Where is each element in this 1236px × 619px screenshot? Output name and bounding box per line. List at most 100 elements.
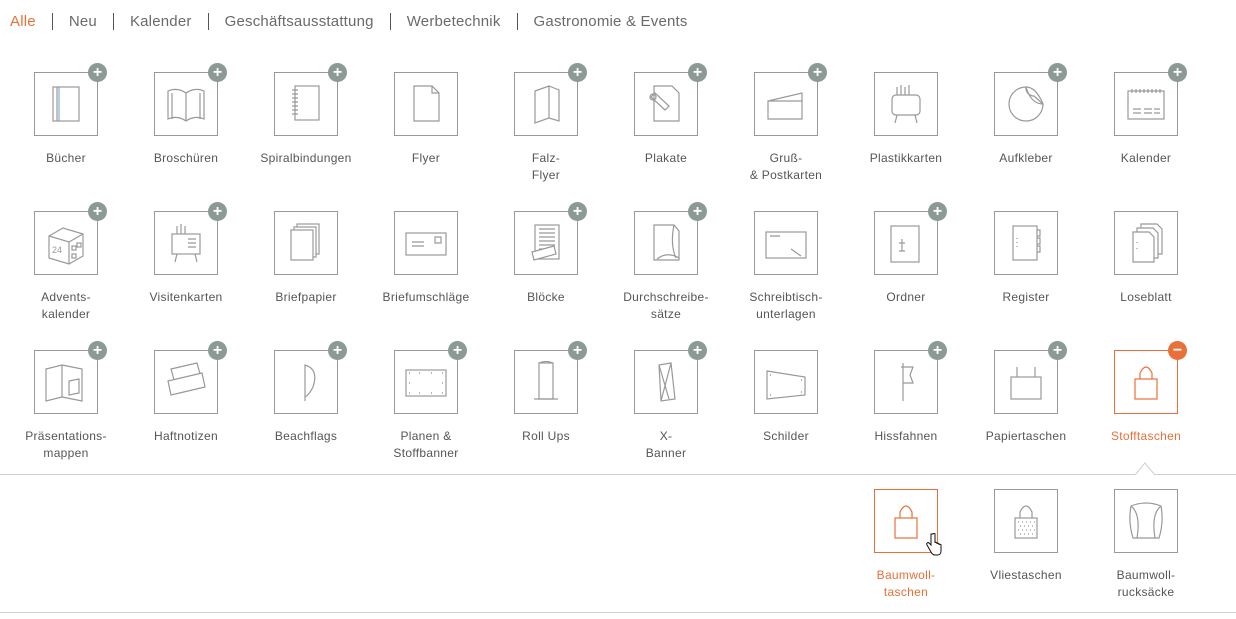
product-button[interactable]: +	[994, 63, 1067, 136]
product-tile[interactable]: Schreibtisch-unterlagen	[727, 211, 845, 323]
product-button[interactable]: +	[994, 341, 1067, 414]
expand-icon[interactable]: +	[688, 202, 707, 221]
product-tile[interactable]: + Durchschreibe-sätze	[607, 202, 725, 323]
product-button[interactable]	[874, 72, 938, 136]
brochure-icon	[167, 88, 205, 122]
product-tile[interactable]: − Stofftaschen	[1087, 341, 1205, 445]
product-label: Präsentations-mappen	[25, 429, 107, 460]
product-button[interactable]: +	[514, 63, 587, 136]
expand-icon[interactable]: +	[688, 63, 707, 82]
subproduct-tile[interactable]: Baumwoll-rucksäcke	[1087, 489, 1205, 601]
expand-icon[interactable]: +	[1048, 63, 1067, 82]
expand-icon[interactable]: +	[88, 341, 107, 360]
product-tile[interactable]: + Bücher	[7, 63, 125, 167]
product-button[interactable]: +	[394, 341, 467, 414]
product-button[interactable]: +	[634, 341, 707, 414]
product-button[interactable]: +	[34, 341, 107, 414]
product-button[interactable]: +	[634, 202, 707, 275]
expand-icon[interactable]: +	[568, 63, 587, 82]
product-tile[interactable]: + Haftnotizen	[127, 341, 245, 445]
tab-alle[interactable]: Alle	[10, 13, 36, 30]
product-tile[interactable]: + Aufkleber	[967, 63, 1085, 167]
product-label: Broschüren	[153, 151, 219, 165]
collapse-icon[interactable]: −	[1168, 341, 1187, 360]
expand-icon[interactable]: +	[88, 202, 107, 221]
product-tile[interactable]: Flyer	[367, 72, 485, 167]
product-button[interactable]	[994, 211, 1058, 275]
expand-icon[interactable]: +	[568, 341, 587, 360]
expand-icon[interactable]: +	[568, 202, 587, 221]
expand-icon[interactable]: +	[208, 202, 227, 221]
tab-neu[interactable]: Neu	[69, 13, 97, 30]
product-button[interactable]	[394, 211, 458, 275]
subproduct-tile[interactable]: Baumwoll-taschen	[847, 489, 965, 601]
expand-icon[interactable]: +	[88, 63, 107, 82]
expand-icon[interactable]: +	[328, 63, 347, 82]
product-tile[interactable]: + Hissfahnen	[847, 341, 965, 445]
product-tile[interactable]: Loseblatt	[1087, 211, 1205, 306]
product-button[interactable]: +	[634, 63, 707, 136]
product-tile[interactable]: + X- Banner	[607, 341, 725, 462]
product-tile[interactable]: + Gruß- & Postkarten	[727, 63, 845, 184]
product-tile[interactable]: Register	[967, 211, 1085, 306]
product-button[interactable]: +	[154, 63, 227, 136]
product-tile[interactable]: + Roll Ups	[487, 341, 605, 445]
product-button[interactable]	[754, 350, 818, 414]
business-card-icon	[171, 224, 201, 263]
product-button[interactable]: +	[514, 341, 587, 414]
product-button[interactable]: +	[874, 202, 947, 275]
expand-icon[interactable]: +	[1048, 341, 1067, 360]
product-tile[interactable]: + Kalender	[1087, 63, 1205, 167]
paper-bag-icon	[1010, 367, 1042, 400]
tab-kalender[interactable]: Kalender	[130, 13, 192, 30]
product-tile[interactable]: + Plakate	[607, 63, 725, 167]
subproduct-tile[interactable]: Vliestaschen	[967, 489, 1085, 584]
envelope-icon	[405, 232, 447, 256]
tab-gastronomie-events[interactable]: Gastronomie & Events	[534, 13, 688, 30]
expand-icon[interactable]: +	[928, 202, 947, 221]
product-button[interactable]: 24 +	[34, 202, 107, 275]
product-tile[interactable]: 24 + Advents-kalender	[7, 202, 125, 323]
product-button[interactable]	[754, 211, 818, 275]
expand-icon[interactable]: +	[208, 341, 227, 360]
subproduct-button[interactable]	[1114, 489, 1178, 553]
product-button[interactable]: +	[34, 63, 107, 136]
product-tile[interactable]: Plastikkarten	[847, 72, 965, 167]
product-tile[interactable]: Briefpapier	[247, 211, 365, 306]
product-tile[interactable]: + Visitenkarten	[127, 202, 245, 306]
product-button[interactable]: +	[874, 341, 947, 414]
product-tile[interactable]: + Beachflags	[247, 341, 365, 445]
product-tile[interactable]: + Broschüren	[127, 63, 245, 167]
product-button[interactable]	[274, 211, 338, 275]
product-button[interactable]	[394, 72, 458, 136]
tab-werbetechnik[interactable]: Werbetechnik	[407, 13, 501, 30]
product-tile[interactable]: + Falz- Flyer	[487, 63, 605, 184]
product-tile[interactable]: + Ordner	[847, 202, 965, 306]
product-tile[interactable]: + Präsentations-mappen	[7, 341, 125, 462]
product-button[interactable]: +	[514, 202, 587, 275]
product-tile[interactable]: + Spiralbindungen	[247, 63, 365, 167]
tab-geschaeftsausstattung[interactable]: Geschäftsausstattung	[225, 13, 374, 30]
folder-binder-icon	[890, 225, 920, 263]
product-tile[interactable]: + Papiertaschen	[967, 341, 1085, 445]
expand-icon[interactable]: +	[808, 63, 827, 82]
expand-icon[interactable]: +	[208, 63, 227, 82]
product-tile[interactable]: Schilder	[727, 350, 845, 445]
expand-icon[interactable]: +	[448, 341, 467, 360]
expand-icon[interactable]: +	[328, 341, 347, 360]
product-button[interactable]: +	[154, 202, 227, 275]
product-button[interactable]: +	[754, 63, 827, 136]
subproduct-button[interactable]	[994, 489, 1058, 553]
expand-icon[interactable]: +	[688, 341, 707, 360]
product-button[interactable]: +	[274, 63, 347, 136]
product-button[interactable]: +	[1114, 63, 1187, 136]
product-button[interactable]: +	[274, 341, 347, 414]
product-tile[interactable]: Briefumschläge	[367, 211, 485, 306]
expand-icon[interactable]: +	[928, 341, 947, 360]
product-button[interactable]	[1114, 211, 1178, 275]
product-tile[interactable]: + Blöcke	[487, 202, 605, 306]
product-button[interactable]: −	[1114, 341, 1187, 414]
expand-icon[interactable]: +	[1168, 63, 1187, 82]
product-button[interactable]: +	[154, 341, 227, 414]
product-tile[interactable]: + Planen & Stoffbanner	[367, 341, 485, 462]
